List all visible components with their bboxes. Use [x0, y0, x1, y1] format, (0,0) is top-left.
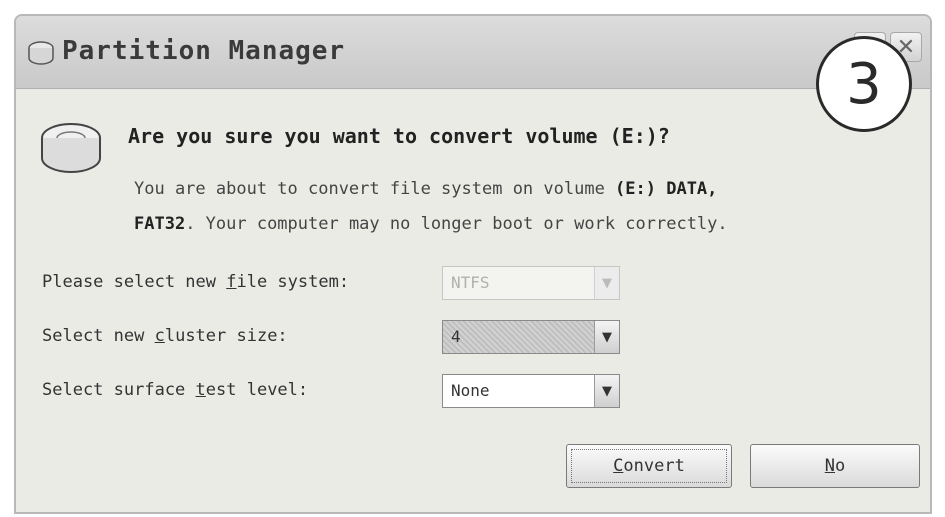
warning-text: You are about to convert file system on …: [134, 172, 894, 242]
file-system-label: Please select new file system:: [42, 272, 350, 292]
warning-line-2: FAT32. Your computer may no longer boot …: [134, 207, 894, 242]
volume-name: (E:) DATA,: [615, 179, 718, 199]
confirm-question: Are you sure you want to convert volume …: [128, 124, 670, 148]
current-file-system: FAT32: [134, 214, 186, 234]
step-number-badge: 3: [816, 36, 912, 132]
title-bar[interactable]: Partition Manager ? ✕: [16, 16, 930, 89]
convert-button[interactable]: Convert: [566, 444, 732, 488]
file-system-value: NTFS: [451, 273, 490, 292]
cluster-size-select[interactable]: 4 ▼: [442, 320, 620, 354]
dialog-body: Are you sure you want to convert volume …: [16, 88, 930, 512]
window-title: Partition Manager: [62, 36, 346, 66]
file-system-select[interactable]: NTFS ▼: [442, 266, 620, 300]
warning-prefix: You are about to convert file system on …: [134, 179, 616, 199]
disk-icon: [41, 123, 101, 173]
chevron-down-icon: ▼: [594, 321, 619, 353]
surface-test-value: None: [451, 381, 490, 400]
cluster-size-label: Select new cluster size:: [42, 326, 288, 346]
partition-manager-window: Partition Manager ? ✕ Are you sure you w…: [14, 14, 932, 514]
warning-suffix: . Your computer may no longer boot or wo…: [185, 214, 728, 234]
disk-icon: [28, 41, 54, 65]
chevron-down-icon: ▼: [594, 375, 619, 407]
warning-line-1: You are about to convert file system on …: [134, 172, 894, 207]
chevron-down-icon: ▼: [594, 267, 619, 299]
cluster-size-value: 4: [451, 327, 461, 346]
surface-test-select[interactable]: None ▼: [442, 374, 620, 408]
surface-test-label: Select surface test level:: [42, 380, 309, 400]
no-button[interactable]: No: [750, 444, 920, 488]
